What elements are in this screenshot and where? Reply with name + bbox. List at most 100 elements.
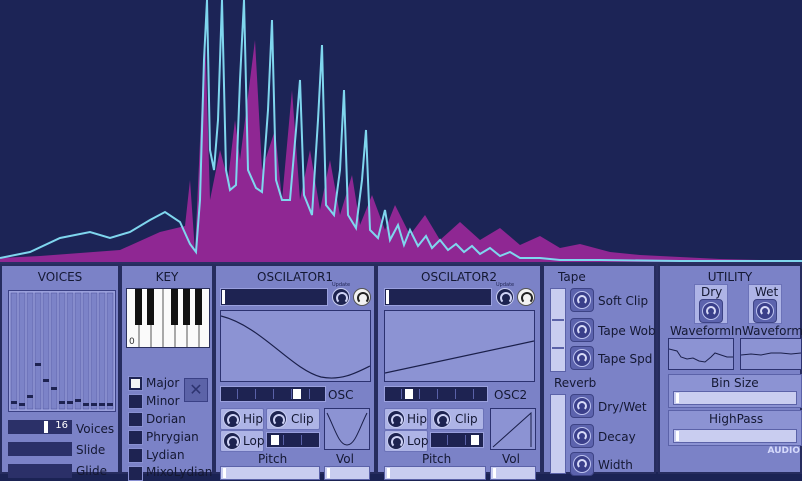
osc1-pitch-slider[interactable] (220, 466, 320, 480)
osc1-step-selector[interactable] (220, 386, 326, 402)
voices-slider[interactable]: 16 (8, 420, 72, 434)
slide-label: Slide (76, 443, 106, 457)
scale-check-major[interactable] (128, 376, 143, 391)
voices-label: Voices (76, 422, 115, 436)
dry-knob[interactable] (699, 299, 723, 323)
bin-size-label: Bin Size (711, 376, 759, 390)
voices-title: VOICES (37, 270, 83, 284)
osc2-update-knob[interactable] (496, 288, 514, 306)
osc2-clip-knob[interactable] (433, 410, 451, 428)
clear-scale-button[interactable]: ✕ (184, 378, 208, 402)
scale-mixolydian[interactable]: MixoLydian (146, 465, 212, 479)
dry-label: Dry (701, 285, 723, 299)
osc1-vol-label: Vol (336, 452, 354, 466)
osc2-pitch-label: Pitch (422, 452, 452, 466)
utility-title: UTILITY (707, 270, 753, 284)
osc2-pitch-slider[interactable] (384, 466, 486, 480)
piano-keyboard[interactable]: 0 (126, 288, 210, 348)
spectrum-graph (0, 0, 802, 262)
waveform-in-trace (668, 348, 733, 363)
osc1-title: OSCILATOR1 (257, 270, 333, 284)
osc2-shape-curve (492, 411, 532, 448)
waveform-out-display (740, 338, 802, 370)
reverb-title: Reverb (554, 376, 597, 390)
tape-wob-knob[interactable] (570, 318, 594, 342)
wet-box: Wet (748, 284, 782, 324)
wet-knob[interactable] (753, 299, 777, 323)
scale-check-minor[interactable] (128, 394, 143, 409)
slide-slider[interactable] (8, 442, 72, 456)
osc2-clip-button[interactable]: Clip (430, 408, 484, 430)
osc1-clip-button[interactable]: Clip (266, 408, 320, 430)
bin-size-box: Bin Size (668, 374, 802, 408)
osc1-wave-selector[interactable] (220, 288, 328, 306)
osc1-shape-curve (326, 412, 368, 446)
osc2-vol-label: Vol (502, 452, 520, 466)
glide-slider[interactable] (8, 464, 72, 478)
reverb-fader[interactable] (550, 394, 566, 474)
osc1-osc-label: OSC (328, 388, 354, 402)
osc1-vol-slider[interactable] (324, 466, 370, 480)
osc2-refresh-icon[interactable] (517, 288, 535, 306)
dry-wet-label: Dry/Wet (598, 400, 647, 414)
glide-label: Glide (76, 464, 107, 478)
osc2-hip-button[interactable]: Hip (384, 408, 428, 430)
scale-check-phrygian[interactable] (128, 430, 143, 445)
osc1-lop-knob[interactable] (223, 432, 241, 450)
waveform-out-trace (740, 352, 802, 356)
osc1-refresh-icon[interactable] (353, 288, 371, 306)
scale-check-lydian[interactable] (128, 448, 143, 463)
osc2-vol-slider[interactable] (490, 466, 536, 480)
osc1-hip-button[interactable]: Hip (220, 408, 264, 430)
osc1-hip-label: Hip (243, 412, 263, 426)
osc2-step-selector[interactable] (384, 386, 488, 402)
osc1-mode-selector[interactable] (266, 432, 320, 448)
osc1-pitch-label: Pitch (258, 452, 288, 466)
scale-dorian[interactable]: Dorian (146, 412, 186, 426)
voices-step-grid[interactable] (8, 290, 116, 412)
osc2-waveform-curve (384, 340, 535, 374)
scale-phrygian[interactable]: Phrygian (146, 430, 199, 444)
width-label: Width (598, 458, 633, 472)
key-title: KEY (155, 270, 179, 284)
osc1-clip-label: Clip (291, 412, 314, 426)
osc2-title: OSCILATOR2 (421, 270, 497, 284)
scale-minor[interactable]: Minor (146, 394, 180, 408)
scale-check-dorian[interactable] (128, 412, 143, 427)
osc2-wave-selector[interactable] (384, 288, 492, 306)
osc1-hip-knob[interactable] (223, 410, 241, 428)
tape-panel: Tape Soft Clip Tape Wob Tape Spd Reverb … (542, 264, 656, 476)
scale-check-mixolydian[interactable] (128, 466, 143, 481)
tape-spd-knob[interactable] (570, 346, 594, 370)
key-panel: KEY 0 Major Minor Dorian Phrygian Lydian (120, 264, 214, 481)
osc2-lop-label: Lop (407, 434, 429, 448)
osc2-hip-knob[interactable] (387, 410, 405, 428)
osc2-mode-selector[interactable] (430, 432, 484, 448)
osc2-lop-button[interactable]: Lop (384, 430, 428, 452)
dry-wet-knob[interactable] (570, 394, 594, 418)
waveform-in-label: WaveformIn (670, 324, 743, 338)
scale-major[interactable]: Major (146, 376, 179, 390)
highpass-box: HighPass (668, 410, 802, 446)
decay-knob[interactable] (570, 424, 594, 448)
soft-clip-knob[interactable] (570, 288, 594, 312)
osc1-update-knob[interactable] (332, 288, 350, 306)
oscillator1-panel: OSCILATOR1 Update OSC Hip Clip Lop Pitch… (214, 264, 376, 480)
soft-clip-label: Soft Clip (598, 294, 649, 308)
osc1-waveform-display (220, 310, 371, 382)
waveform-in-display (668, 338, 734, 370)
bin-size-slider[interactable] (673, 391, 797, 405)
oscillator2-panel: OSCILATOR2 Update OSC2 Hip Clip Lop Pitc… (376, 264, 542, 480)
osc1-lop-button[interactable]: Lop (220, 430, 264, 452)
scale-lydian[interactable]: Lydian (146, 448, 185, 462)
osc1-clip-knob[interactable] (269, 410, 287, 428)
highpass-slider[interactable] (673, 429, 797, 443)
width-knob[interactable] (570, 452, 594, 476)
osc2-hip-label: Hip (407, 412, 427, 426)
piano-keys (135, 289, 202, 347)
spectrum-magenta-trace (0, 30, 802, 262)
osc2-lop-knob[interactable] (387, 432, 405, 450)
watermark-logo: AUDIO (767, 446, 800, 456)
tape-fader[interactable] (550, 288, 566, 372)
wet-label: Wet (755, 285, 779, 299)
